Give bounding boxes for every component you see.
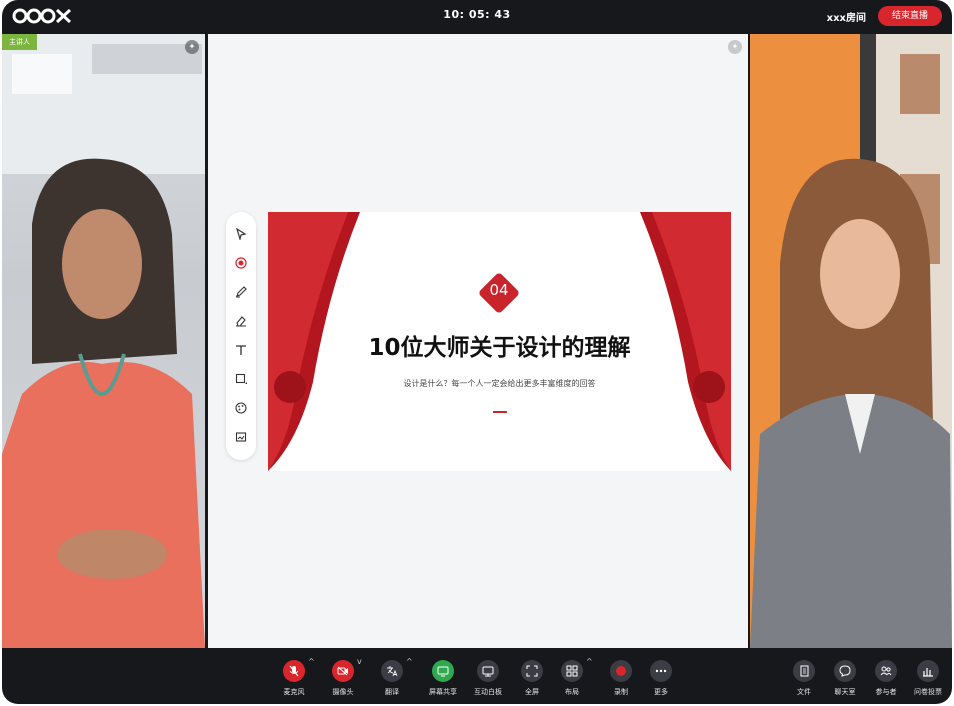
top-bar: 10: 05: 43 xxx房间 结束直播	[2, 0, 952, 32]
translate-icon	[387, 666, 398, 677]
slide-subtitle: 设计是什么？每一个人一定会给出更多丰富维度的回答	[403, 379, 596, 388]
slide-divider	[493, 411, 507, 413]
more-button[interactable]: 更多	[639, 660, 683, 697]
image-icon[interactable]	[233, 429, 249, 445]
control-bar: 麦克风 ^ 摄像头 v 翻译 ^ 屏幕共享 互动白板 全屏 布局 ^ 录制 更多…	[2, 650, 952, 704]
session-clock: 10: 05: 43	[443, 8, 511, 21]
whiteboard-label: 互动白板	[474, 688, 502, 696]
whiteboard-toolbox	[226, 212, 256, 460]
participants-label: 参与者	[875, 688, 897, 696]
shape-icon[interactable]	[233, 371, 249, 387]
participants-button[interactable]: 参与者	[864, 660, 908, 697]
pin-icon[interactable]: ✦	[185, 40, 199, 54]
laser-icon[interactable]	[233, 255, 249, 271]
presenter-video	[2, 34, 205, 648]
mic-off-icon	[289, 665, 299, 677]
fullscreen-icon	[526, 665, 538, 677]
screen-share-label: 屏幕共享	[429, 688, 457, 696]
screen-share-icon	[437, 666, 449, 676]
end-live-button[interactable]: 结束直播	[878, 6, 942, 26]
poll-button[interactable]: 问卷投票	[906, 660, 950, 697]
participant-video-tile[interactable]	[750, 34, 952, 648]
translate-label: 翻译	[385, 688, 399, 696]
poll-label: 问卷投票	[914, 688, 942, 696]
whiteboard-button[interactable]: 互动白板	[466, 660, 510, 697]
record-icon	[616, 666, 626, 676]
presenter-video-tile[interactable]: 主讲人 ✦	[2, 34, 205, 648]
eraser-icon[interactable]	[233, 313, 249, 329]
presentation-slide: 04 10位大师关于设计的理解 设计是什么？每一个人一定会给出更多丰富维度的回答	[268, 212, 731, 471]
presenter-label: 主讲人	[2, 34, 37, 50]
files-label: 文件	[797, 688, 811, 696]
chat-label: 聊天室	[834, 688, 856, 696]
text-icon[interactable]	[233, 342, 249, 358]
more-icon	[655, 669, 667, 673]
participant-video	[750, 34, 952, 648]
mic-label: 麦克风	[283, 688, 305, 696]
fullscreen-label: 全屏	[525, 688, 539, 696]
record-button[interactable]: 录制	[599, 660, 643, 697]
participants-icon	[880, 666, 892, 676]
camera-options-caret-icon[interactable]: v	[357, 657, 362, 666]
slide-title: 10位大师关于设计的理解	[368, 335, 631, 361]
screen-share-button[interactable]: 屏幕共享	[421, 660, 465, 697]
files-button[interactable]: 文件	[782, 660, 826, 697]
chat-button[interactable]: 聊天室	[823, 660, 867, 697]
pen-icon[interactable]	[233, 284, 249, 300]
camera-label: 摄像头	[332, 688, 354, 696]
pin-icon[interactable]: ✦	[728, 40, 742, 54]
poll-icon	[923, 668, 933, 677]
layout-options-caret-icon[interactable]: ^	[586, 657, 593, 666]
whiteboard-icon	[482, 666, 494, 676]
record-label: 录制	[614, 688, 628, 696]
camera-off-icon	[337, 666, 348, 676]
palette-icon[interactable]	[233, 400, 249, 416]
fullscreen-button[interactable]: 全屏	[510, 660, 554, 697]
room-name: xxx房间	[826, 13, 866, 24]
chat-icon	[839, 665, 851, 677]
whiteboard-area[interactable]: ✦ 04 10位大师关于设计的理解 设计是什么？每一个人一定会给出更多丰富维度的…	[208, 34, 748, 648]
layout-icon	[566, 665, 578, 677]
pointer-icon[interactable]	[233, 226, 249, 242]
app-window: 10: 05: 43 xxx房间 结束直播 主讲人 ✦ ✦ 04 10位大师关于…	[2, 0, 952, 704]
translate-options-caret-icon[interactable]: ^	[406, 657, 413, 666]
chapter-number: 04	[489, 281, 509, 299]
mic-options-caret-icon[interactable]: ^	[308, 657, 315, 666]
file-icon	[800, 665, 808, 677]
layout-label: 布局	[565, 688, 579, 696]
more-label: 更多	[654, 688, 668, 696]
